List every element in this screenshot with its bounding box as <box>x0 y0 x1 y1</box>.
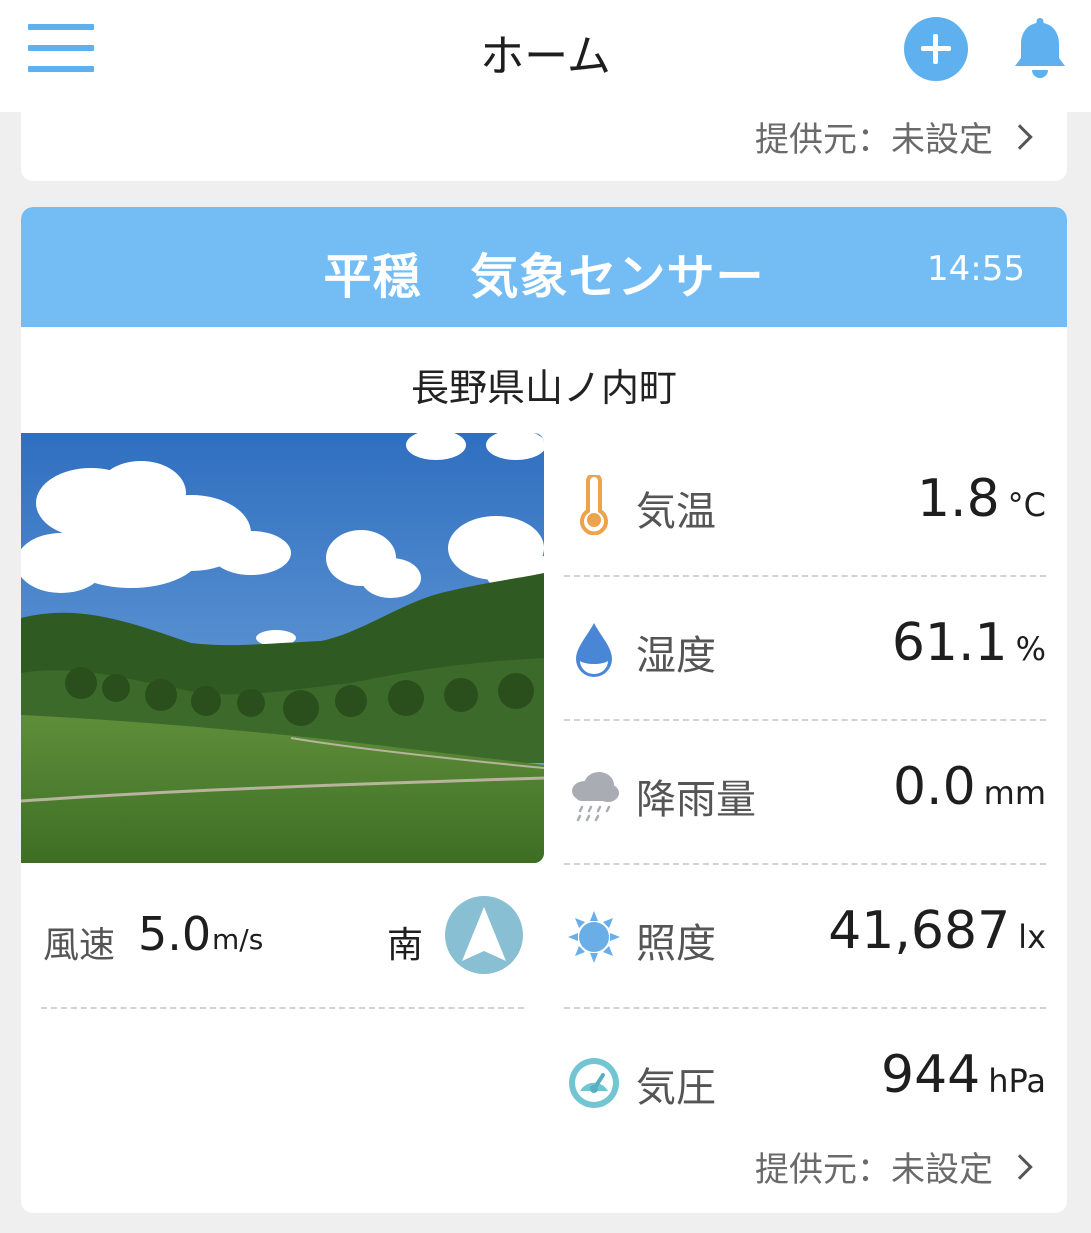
metric-label: 気温 <box>636 489 716 535</box>
water-drop-icon <box>576 623 612 677</box>
metric-label: 気圧 <box>636 1065 716 1111</box>
metric-value: 41,687 <box>828 901 1011 961</box>
metric-row-temperature: 気温 1.8 °C <box>564 433 1046 577</box>
metric-value: 1.8 <box>916 469 1000 529</box>
location-label: 長野県山ノ内町 <box>410 366 677 410</box>
metric-unit: % <box>1015 630 1046 668</box>
bell-icon[interactable] <box>1010 14 1070 80</box>
metric-row-humidity: 湿度 61.1 % <box>564 577 1046 721</box>
provider-label: 提供元：未設定 <box>755 1150 993 1190</box>
provider-link[interactable]: 提供元：未設定 <box>755 1142 1037 1191</box>
compass-arrow-icon <box>445 896 523 974</box>
metric-label: 湿度 <box>636 633 716 679</box>
wind-direction-label: 南 <box>387 925 424 966</box>
metric-unit: hPa <box>988 1062 1046 1100</box>
metric-value: 61.1 <box>891 613 1008 673</box>
metric-unit: lx <box>1018 918 1046 956</box>
metric-value: 0.0 <box>892 757 976 817</box>
metric-unit: °C <box>1007 486 1046 524</box>
provider-label: 提供元：未設定 <box>755 120 993 160</box>
location-photo <box>21 433 544 863</box>
metric-label: 降雨量 <box>636 777 756 823</box>
sensor-card-header: 平穏 気象センサー 14:55 <box>21 207 1067 327</box>
sensor-card[interactable]: 平穏 気象センサー 14:55 長野県山ノ内町 風速 5.0 m/s 南 気温 … <box>21 207 1067 1213</box>
wind-divider <box>41 1007 524 1009</box>
wind-speed-unit: m/s <box>212 923 264 956</box>
wind-row: 風速 5.0 m/s 南 <box>21 867 544 1007</box>
metric-row-rainfall: 降雨量 0.0 mm <box>564 721 1046 865</box>
metric-label: 照度 <box>636 921 716 967</box>
metric-value: 944 <box>880 1045 981 1105</box>
thermometer-icon <box>580 475 608 535</box>
wind-speed-label: 風速 <box>43 925 116 966</box>
metric-unit: mm <box>983 774 1046 812</box>
previous-sensor-card: 提供元：未設定 <box>21 100 1067 181</box>
sun-icon <box>568 911 620 963</box>
gauge-icon <box>569 1058 619 1108</box>
add-button[interactable] <box>904 17 968 81</box>
chevron-right-icon <box>1007 123 1033 150</box>
wind-speed-value: 5.0 <box>138 907 212 961</box>
metric-row-pressure: 気圧 944 hPa <box>564 1009 1046 1153</box>
provider-link[interactable]: 提供元：未設定 <box>755 112 1037 161</box>
rain-cloud-icon <box>572 772 619 822</box>
sensor-name: 平穏 気象センサー <box>323 249 765 305</box>
metric-row-illuminance: 照度 41,687 lx <box>564 865 1046 1009</box>
app-bar: ホーム <box>0 0 1091 112</box>
chevron-right-icon <box>1007 1153 1033 1180</box>
sensor-time: 14:55 <box>927 249 1025 289</box>
